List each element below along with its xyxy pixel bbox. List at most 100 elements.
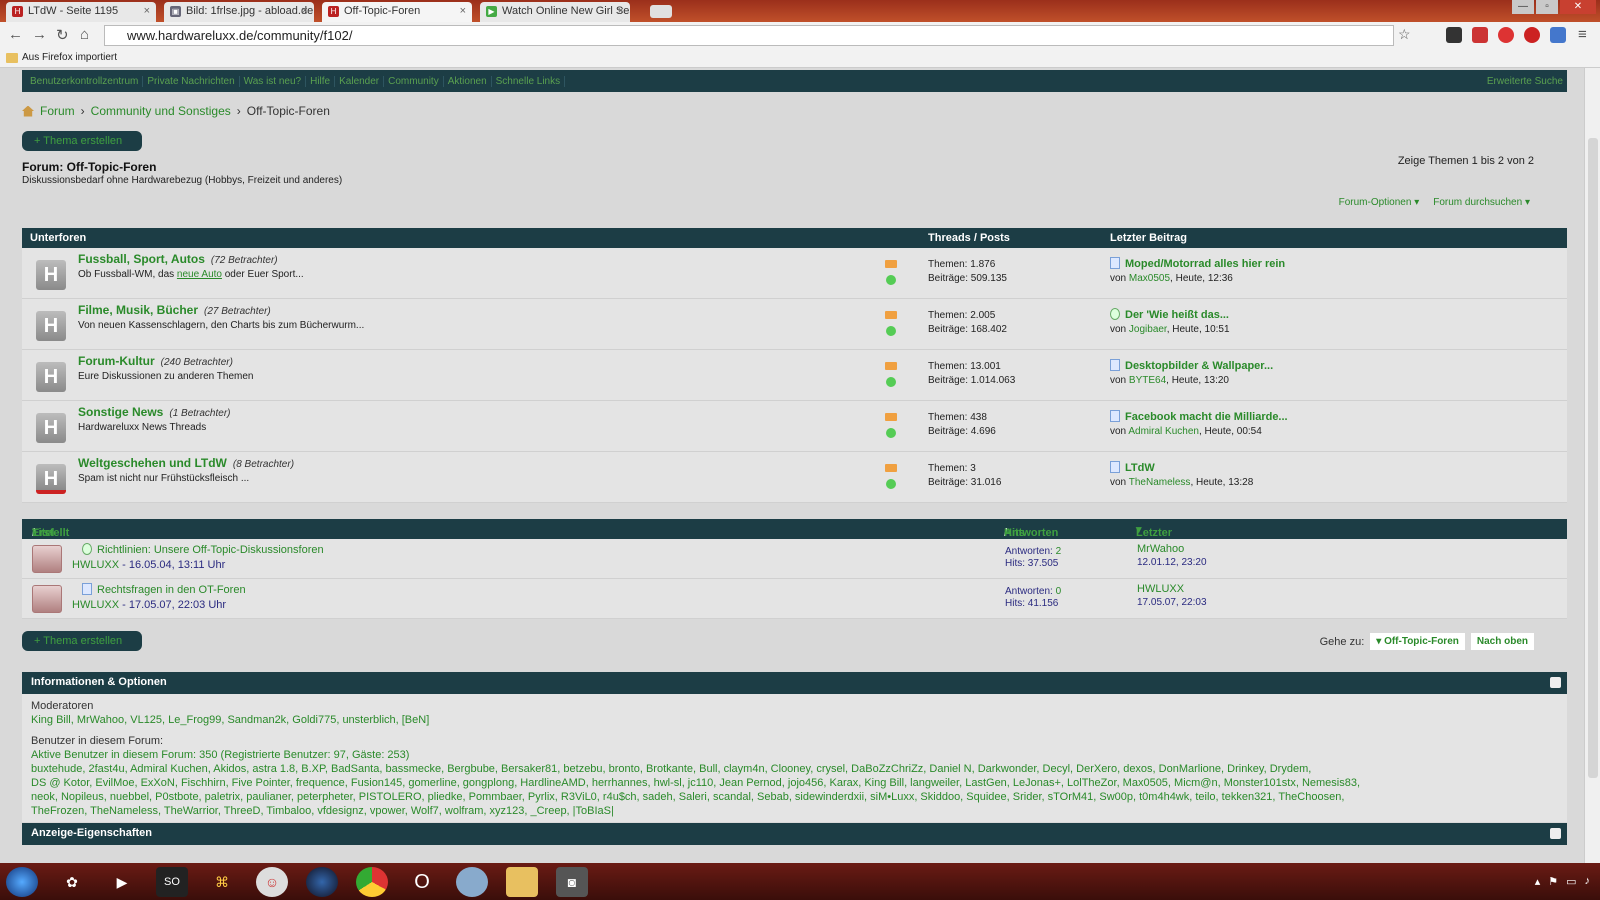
active-users-list[interactable]: TheFrozen, TheNameless, TheWarrior, Thre…: [31, 804, 1558, 818]
moderators-list[interactable]: King Bill, MrWahoo, VL125, Le_Frog99, Sa…: [31, 713, 1558, 727]
forward-arrow-icon[interactable]: →: [32, 26, 47, 43]
description-link[interactable]: neue Auto: [177, 269, 222, 280]
back-to-top-link[interactable]: Nach oben: [1470, 633, 1534, 650]
nav-item[interactable]: Private Nachrichten: [143, 75, 240, 87]
close-tab-icon[interactable]: ×: [618, 5, 624, 17]
start-button-icon[interactable]: [6, 866, 38, 897]
address-bar[interactable]: www.hardwareluxx.de/community/f102/: [104, 25, 1394, 46]
subforum-link[interactable]: Weltgeschehen und LTdW: [78, 456, 227, 470]
breadcrumb-forum[interactable]: Forum: [40, 104, 75, 118]
subforum-link[interactable]: Sonstige News: [78, 405, 163, 419]
browser-tab[interactable]: ▣ Bild: 1frlse.jpg - abload.de ×: [164, 2, 314, 22]
forum-search-dropdown[interactable]: Forum durchsuchen ▾: [1433, 197, 1530, 208]
last-post-user[interactable]: BYTE64: [1129, 375, 1166, 386]
thread-title-link[interactable]: Rechtsfragen in den OT-Foren: [97, 584, 246, 596]
minimize-icon[interactable]: —: [1512, 0, 1534, 14]
goto-forum-select[interactable]: ▾ Off-Topic-Foren: [1370, 633, 1465, 650]
extension-icon[interactable]: [1524, 27, 1540, 43]
network-icon[interactable]: ▭: [1566, 875, 1576, 888]
new-tab-button[interactable]: [650, 5, 672, 18]
sticky-thread-icon: [32, 545, 62, 573]
last-post-title[interactable]: Moped/Motorrad alles hier rein: [1125, 258, 1285, 270]
extension-icon[interactable]: [1550, 27, 1566, 43]
game-controller-icon[interactable]: ◙: [556, 866, 588, 897]
browser-tab[interactable]: H LTdW - Seite 1195 ×: [6, 2, 156, 22]
extension-icon[interactable]: [1472, 27, 1488, 43]
last-post-user[interactable]: Admiral Kuchen: [1128, 426, 1199, 437]
volume-icon[interactable]: ♪: [1585, 875, 1591, 888]
subforum-link[interactable]: Fussball, Sport, Autos: [78, 252, 205, 266]
thread-title-link[interactable]: Richtlinien: Unsere Off-Topic-Diskussion…: [97, 544, 324, 556]
nav-item[interactable]: Community: [384, 75, 444, 87]
nav-item[interactable]: Schnelle Links: [492, 75, 566, 87]
active-users-list[interactable]: buxtehude, 2fast4u, Admiral Kuchen, Akid…: [31, 762, 1558, 776]
browser-app-icon[interactable]: [456, 866, 488, 897]
active-users-list[interactable]: DS @ Kotor, EvilMoe, ExXoN, Fischhirn, F…: [31, 776, 1558, 790]
extension-icon[interactable]: [1498, 27, 1514, 43]
reload-icon[interactable]: ↻: [56, 26, 69, 44]
sound-app-icon[interactable]: SO: [156, 866, 188, 897]
breadcrumb-community[interactable]: Community und Sonstiges: [91, 104, 231, 118]
close-window-icon[interactable]: ✕: [1560, 0, 1596, 14]
close-tab-icon[interactable]: ×: [302, 5, 308, 17]
replies-link[interactable]: 2: [1056, 546, 1062, 557]
last-post-title[interactable]: LTdW: [1125, 462, 1155, 474]
nav-item[interactable]: Aktionen: [444, 75, 492, 87]
rss-icon[interactable]: [885, 311, 897, 319]
collapse-icon[interactable]: [1550, 828, 1561, 839]
browser-tab[interactable]: ▶ Watch Online New Girl Sea ×: [480, 2, 630, 22]
sort-hits-link[interactable]: Hits: [1004, 527, 1025, 539]
subforum-link[interactable]: Filme, Musik, Bücher: [78, 303, 198, 317]
last-post-user[interactable]: Jogibaer: [1129, 324, 1167, 335]
nav-item[interactable]: Hilfe: [306, 75, 336, 87]
bookmark-folder[interactable]: Aus Firefox importiert: [22, 52, 117, 63]
paw-icon[interactable]: ✿: [56, 867, 88, 897]
rss-icon[interactable]: [885, 260, 897, 268]
flag-icon[interactable]: ⚑: [1548, 875, 1558, 888]
subforum-link[interactable]: Forum-Kultur: [78, 354, 155, 368]
scrollbar-thumb[interactable]: [1588, 138, 1598, 778]
chrome-icon[interactable]: [356, 866, 388, 897]
rss-icon[interactable]: [885, 362, 897, 370]
active-users-list[interactable]: neok, Nopileus, nuebbel, P0stbote, palet…: [31, 790, 1558, 804]
explorer-folder-icon[interactable]: [506, 866, 538, 897]
star-icon[interactable]: ☆: [1398, 26, 1411, 43]
last-post-user[interactable]: MrWahoo: [1137, 543, 1207, 556]
nav-item[interactable]: Was ist neu?: [240, 75, 307, 87]
file-tree-icon[interactable]: ⌘: [206, 867, 238, 897]
last-post-title[interactable]: Facebook macht die Milliarde...: [1125, 411, 1288, 423]
steam-icon[interactable]: [306, 866, 338, 897]
advanced-search-link[interactable]: Erweiterte Suche: [1483, 76, 1567, 87]
thread-author-link[interactable]: HWLUXX: [72, 559, 119, 571]
last-post-user[interactable]: TheNameless: [1129, 477, 1191, 488]
scrollbar[interactable]: [1584, 68, 1600, 863]
last-post-title[interactable]: Der 'Wie heißt das...: [1125, 309, 1229, 321]
home-icon[interactable]: [22, 105, 34, 117]
extension-icon[interactable]: [1446, 27, 1462, 43]
create-thread-button[interactable]: + Thema erstellen: [22, 631, 142, 651]
rss-icon[interactable]: [885, 413, 897, 421]
collapse-icon[interactable]: [1550, 677, 1561, 688]
browser-tab-active[interactable]: H Off-Topic-Foren ×: [322, 2, 472, 22]
opera-icon[interactable]: O: [406, 867, 438, 897]
tray-arrow-icon[interactable]: ▴: [1535, 875, 1541, 888]
chat-app-icon[interactable]: ☺: [256, 866, 288, 897]
replies-link[interactable]: 0: [1056, 586, 1062, 597]
nav-item[interactable]: Kalender: [335, 75, 385, 87]
menu-icon[interactable]: ≡: [1578, 26, 1587, 43]
thread-author-link[interactable]: HWLUXX: [72, 599, 119, 611]
media-player-icon[interactable]: ▶: [106, 867, 138, 897]
home-icon[interactable]: ⌂: [80, 26, 89, 43]
rss-icon[interactable]: [885, 464, 897, 472]
nav-item[interactable]: Benutzerkontrollzentrum: [26, 75, 144, 87]
create-thread-button[interactable]: + Thema erstellen: [22, 131, 142, 151]
last-post-user[interactable]: HWLUXX: [1137, 583, 1207, 596]
maximize-icon[interactable]: ▫: [1536, 0, 1558, 14]
read-status-icon: [886, 428, 896, 438]
close-tab-icon[interactable]: ×: [460, 5, 466, 17]
last-post-title[interactable]: Desktopbilder & Wallpaper...: [1125, 360, 1273, 372]
last-post-user[interactable]: Max0505: [1129, 273, 1170, 284]
close-tab-icon[interactable]: ×: [144, 5, 150, 17]
back-arrow-icon[interactable]: ←: [8, 26, 23, 43]
forum-options-dropdown[interactable]: Forum-Optionen ▾: [1339, 197, 1420, 208]
